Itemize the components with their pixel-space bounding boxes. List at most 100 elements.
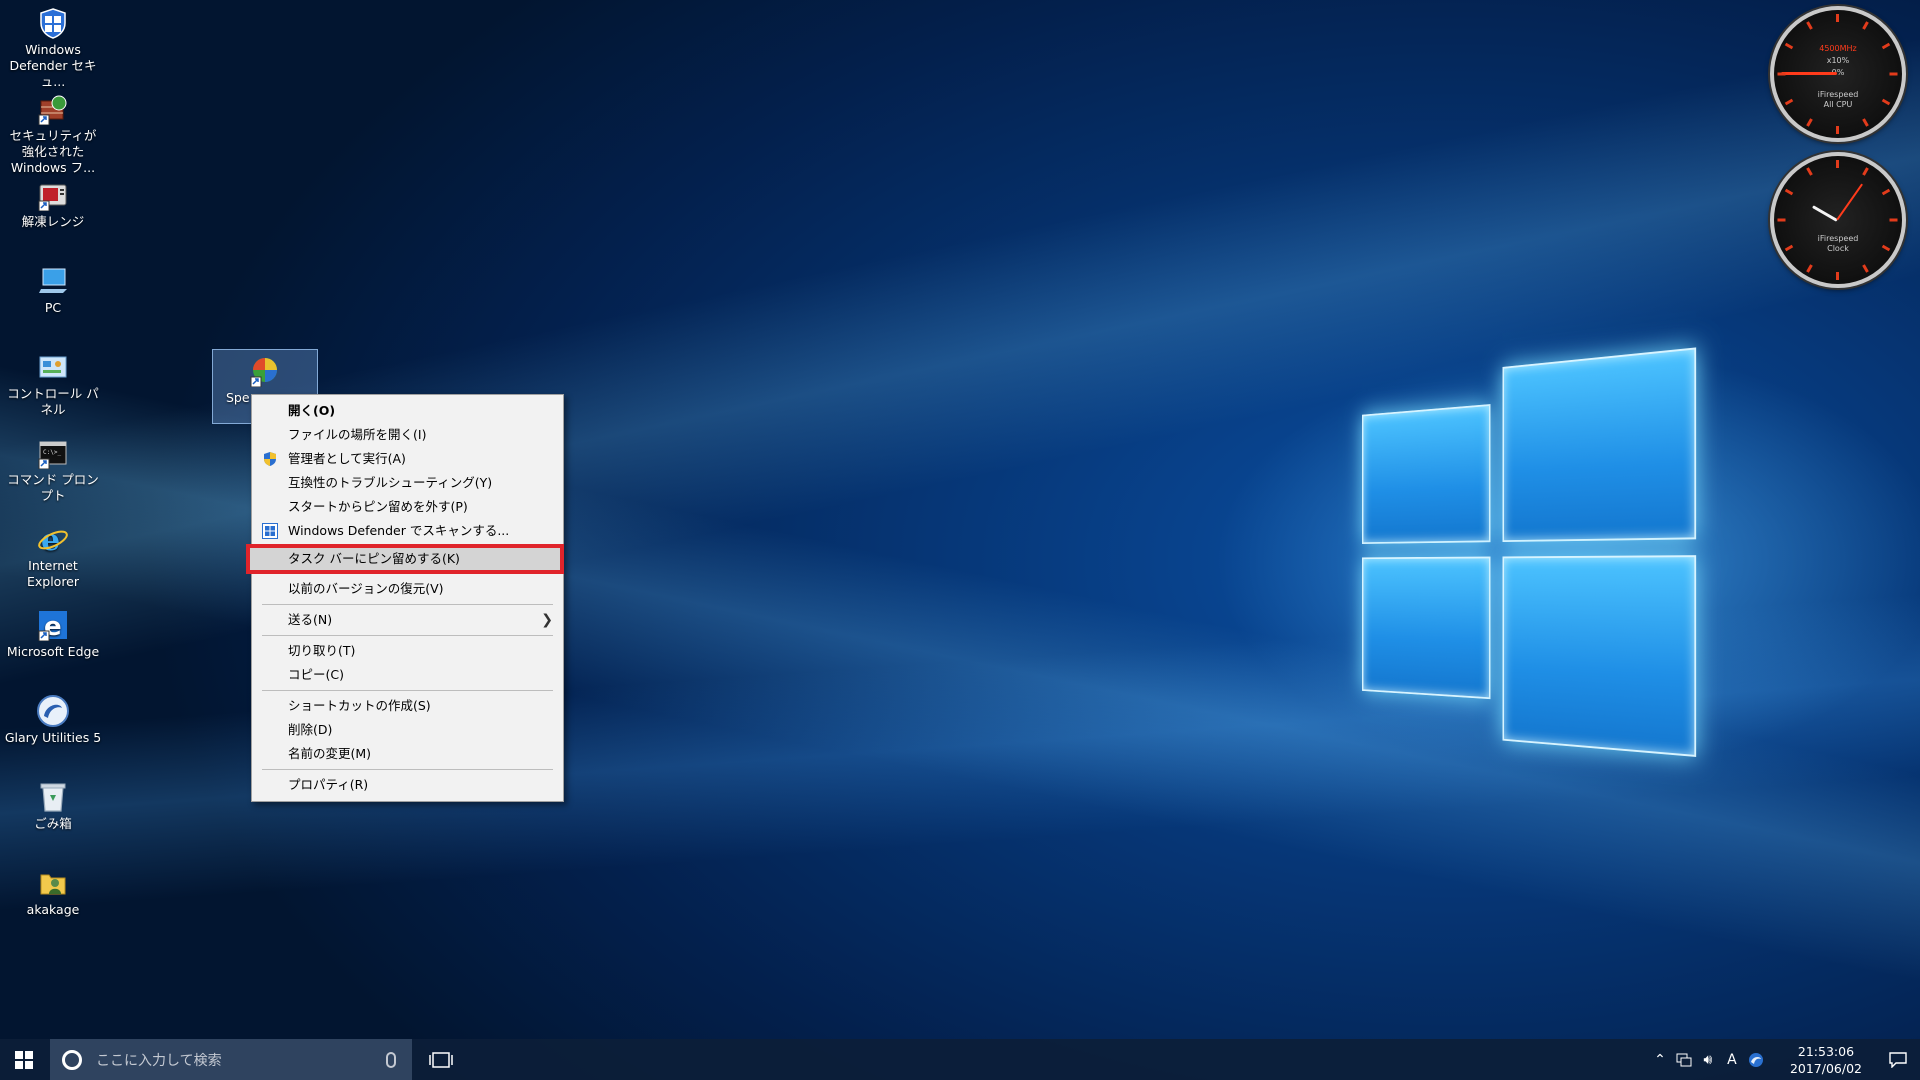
logo-pane (1362, 404, 1491, 544)
desktop[interactable]: Windows Defender セキュ... セキュリティが強化された Win… (0, 0, 1920, 1080)
gauge-tick (1862, 118, 1869, 127)
menu-item-label: コピー(C) (288, 667, 344, 682)
desktop-icon-label: コントロール パネル (7, 386, 99, 417)
desktop-icon-label: セキュリティが強化された Windows フ... (9, 128, 97, 175)
menu-item-open[interactable]: 開く(O) (252, 399, 563, 423)
menu-item-label: 互換性のトラブルシューティング(Y) (288, 475, 493, 490)
context-menu[interactable]: 開く(O) ファイルの場所を開く(I) 管理者として実行(A) 互換性のトラブル… (246, 394, 564, 802)
gauge-tick (1889, 72, 1898, 76)
desktop-icon-microsoft-edge[interactable]: e Microsoft Edge (2, 602, 104, 660)
cpu-pct-text: x10% (1826, 56, 1850, 65)
menu-separator (262, 769, 553, 770)
gauge-tick (1836, 14, 1839, 22)
gauge-tick (1806, 167, 1813, 176)
menu-item-label: タスク バーにピン留めする(K) (288, 551, 460, 566)
clock-brand-text: iFirespeed (1817, 234, 1859, 243)
menu-separator (262, 635, 553, 636)
logo-pane (1502, 347, 1697, 543)
menu-item-restore-previous-versions[interactable]: 以前のバージョンの復元(V) (252, 577, 563, 601)
ime-indicator[interactable]: A (1722, 1039, 1742, 1080)
clock-date: 2017/06/02 (1789, 1060, 1862, 1076)
system-tray: ⌃ 🔊︎ A 21:53:06 2017/06/02 (1648, 1039, 1920, 1080)
search-placeholder: ここに入力して検索 (96, 1052, 222, 1069)
gauge-tick (1777, 218, 1786, 222)
menu-item-cut[interactable]: 切り取り(T) (252, 639, 563, 663)
gauge-tick (1836, 126, 1839, 134)
menu-item-label: 管理者として実行(A) (288, 451, 406, 466)
menu-item-run-as-admin[interactable]: 管理者として実行(A) (252, 447, 563, 471)
desktop-icon-internet-explorer[interactable]: e Internet Explorer (2, 516, 104, 590)
windows-defender-icon (36, 6, 70, 40)
taskbar-clock[interactable]: 21:53:06 2017/06/02 (1776, 1043, 1876, 1077)
desktop-icon-label: Internet Explorer (26, 558, 80, 589)
task-view-button[interactable] (418, 1039, 464, 1080)
chevron-up-icon[interactable]: ⌃ (1650, 1039, 1670, 1080)
desktop-icon-glary-utilities[interactable]: Glary Utilities 5 (2, 688, 104, 746)
menu-item-open-file-location[interactable]: ファイルの場所を開く(I) (252, 423, 563, 447)
desktop-icon-recycle-bin[interactable]: ごみ箱 (2, 774, 104, 832)
glary-utilities-icon (36, 694, 70, 728)
desktop-icon-command-prompt[interactable]: C:\>_ コマンド プロンプト (2, 430, 104, 504)
menu-item-delete[interactable]: 削除(D) (252, 718, 563, 742)
menu-item-unpin-from-start[interactable]: スタートからピン留めを外す(P) (252, 495, 563, 519)
gauge-tick (1862, 21, 1869, 30)
task-view-icon (429, 1051, 453, 1068)
menu-item-send-to[interactable]: 送る(N) ❯ (252, 608, 563, 632)
gauge-tick (1806, 264, 1813, 273)
microphone-icon[interactable] (386, 1051, 396, 1068)
gauge-tick (1777, 72, 1786, 76)
menu-item-properties[interactable]: プロパティ(R) (252, 773, 563, 797)
menu-item-label: スタートからピン留めを外す(P) (288, 499, 468, 514)
desktop-icon-pc[interactable]: PC (2, 258, 104, 316)
gauge-tick (1889, 218, 1898, 222)
desktop-icon-decompress-range[interactable]: 解凍レンジ (2, 172, 104, 230)
decompress-range-icon (36, 178, 70, 212)
desktop-icon-user-folder[interactable]: akakage (2, 860, 104, 918)
desktop-icon-label: Microsoft Edge (6, 644, 100, 659)
menu-item-troubleshoot-compatibility[interactable]: 互換性のトラブルシューティング(Y) (252, 471, 563, 495)
gauge-tick (1862, 264, 1869, 273)
taskbar-search-box[interactable]: ここに入力して検索 (50, 1039, 412, 1080)
menu-item-create-shortcut[interactable]: ショートカットの作成(S) (252, 694, 563, 718)
menu-item-label: ショートカットの作成(S) (288, 698, 431, 713)
windows-start-icon (15, 1050, 33, 1069)
cpu-needle (1781, 72, 1837, 75)
user-folder-icon (36, 866, 70, 900)
menu-item-label: 以前のバージョンの復元(V) (288, 581, 444, 596)
volume-icon[interactable]: 🔊︎ (1698, 1039, 1718, 1080)
clock-minute-hand (1836, 183, 1864, 221)
network-icon[interactable] (1674, 1039, 1694, 1080)
cortana-icon (62, 1049, 82, 1070)
gauge-tick (1836, 160, 1839, 168)
windows-logo-wallpaper (1362, 345, 1720, 795)
menu-item-label: 送る(N) (288, 612, 333, 627)
clock-gauge-gadget[interactable]: iFirespeed Clock (1770, 152, 1906, 288)
menu-item-rename[interactable]: 名前の変更(M) (252, 742, 563, 766)
cpu-gauge-gadget[interactable]: 4500MHz x10% 0% iFirespeed All CPU (1770, 6, 1906, 142)
desktop-icon-firewall[interactable]: セキュリティが強化された Windows フ... (2, 86, 104, 176)
gauge-tick (1862, 167, 1869, 176)
menu-separator (262, 604, 553, 605)
recycle-bin-icon (36, 780, 70, 814)
menu-item-copy[interactable]: コピー(C) (252, 663, 563, 687)
start-button[interactable] (0, 1039, 48, 1080)
command-prompt-icon: C:\>_ (36, 436, 70, 470)
desktop-icon-control-panel[interactable]: コントロール パネル (2, 344, 104, 418)
app-tray-icon[interactable] (1746, 1039, 1766, 1080)
shortcut-app-icon (248, 354, 282, 388)
menu-item-label: 開く(O) (288, 403, 336, 418)
menu-item-label: Windows Defender でスキャンする... (288, 523, 510, 538)
menu-item-label: ファイルの場所を開く(I) (288, 427, 427, 442)
clock-hour-hand (1812, 205, 1838, 222)
menu-item-pin-to-taskbar[interactable]: タスク バーにピン留めする(K) (246, 544, 564, 574)
desktop-icon-label: 解凍レンジ (21, 214, 85, 229)
microsoft-edge-icon: e (36, 608, 70, 642)
menu-item-label: 名前の変更(M) (288, 746, 372, 761)
action-center-button[interactable] (1876, 1039, 1920, 1080)
desktop-icon-windows-defender[interactable]: Windows Defender セキュ... (2, 0, 104, 90)
desktop-icon-label: Windows Defender セキュ... (9, 42, 97, 89)
taskbar: ここに入力して検索 ⌃ 🔊︎ A 21:53:06 2017/06/02 (0, 1039, 1920, 1080)
menu-item-scan-with-defender[interactable]: Windows Defender でスキャンする... (252, 519, 563, 543)
gauge-tick (1784, 188, 1794, 196)
gauge-tick (1881, 188, 1891, 196)
